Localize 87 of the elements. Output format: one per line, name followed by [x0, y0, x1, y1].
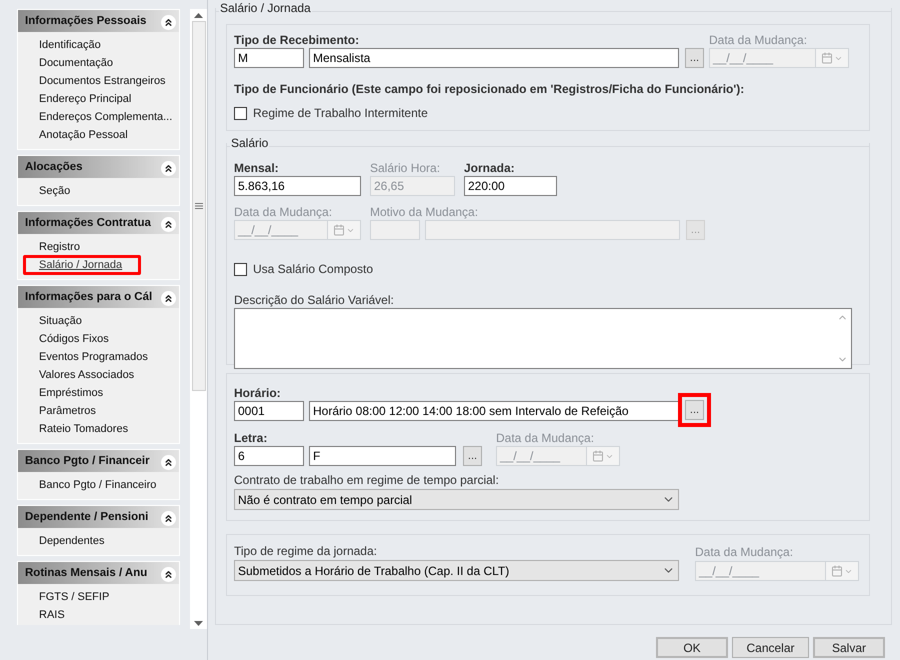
field-label: Data da Mudança: [234, 205, 334, 219]
section-title: Informações para o Cál [25, 290, 152, 306]
collapse-icon[interactable] [161, 14, 176, 30]
dialog-button[interactable]: Salvar [813, 637, 885, 658]
section-header[interactable]: Rotinas Mensais / Anu [18, 562, 179, 584]
field-label: Tipo de Funcionário (Este campo foi reposicionado em 'Registros/Ficha do Funcionário'): [234, 82, 746, 96]
field-label: Descrição do Salário Variável: [234, 293, 395, 307]
dropdown[interactable]: Submetidos a Horário de Trabalho (Cap. II da CLT) [234, 560, 679, 581]
text-area[interactable] [234, 308, 852, 369]
input-field[interactable]: M [234, 48, 304, 68]
calendar-icon [592, 450, 604, 462]
sidebar-item[interactable]: Documentação [39, 54, 113, 72]
field-label: Data da Mudança: [695, 545, 794, 559]
section-title: Alocações [25, 160, 83, 176]
group-title: Salário / Jornada [219, 1, 312, 15]
field-label: Contrato de trabalho em regime de tempo parcial: [234, 473, 500, 487]
dropdown[interactable]: Não é contrato em tempo parcial [234, 489, 679, 510]
sidebar-item[interactable]: Seção [39, 182, 70, 200]
section-header[interactable]: Dependente / Pensioni [18, 506, 179, 528]
input-field[interactable]: Horário 08:00 12:00 14:00 18:00 sem Intervalo de Refeição [309, 401, 679, 421]
sidebar-item[interactable]: Identificação [39, 36, 101, 54]
checkbox[interactable] [234, 106, 247, 120]
sidebar-item[interactable]: Documentos Estrangeiros [39, 72, 166, 90]
group-title: Salário [230, 136, 270, 150]
collapse-icon[interactable] [161, 216, 176, 232]
checkbox-label: Regime de Trabalho Intermitente [253, 105, 428, 122]
sidebar-item[interactable]: Parâmetros [39, 402, 96, 420]
scroll-thumb[interactable] [192, 21, 206, 391]
scrollbar[interactable] [190, 9, 207, 629]
section-header[interactable]: Informações Contratua [18, 212, 179, 234]
collapse-icon[interactable] [161, 510, 176, 526]
sidebar-item[interactable]: Dependentes [39, 532, 104, 550]
sidebar-item[interactable]: RAIS [39, 606, 65, 624]
sidebar-item[interactable]: Situação [39, 312, 82, 330]
input-field[interactable]: 6 [234, 446, 304, 466]
sidebar-item[interactable]: Anotação Pessoal [39, 126, 128, 144]
section-header[interactable]: Informações Pessoais [18, 10, 179, 32]
checkbox-label: Usa Salário Composto [253, 261, 374, 278]
sidebar-item[interactable]: Banco Pgto / Financeiro [39, 476, 156, 494]
sidebar-item[interactable]: Valores Associados [39, 366, 134, 384]
sidebar-item[interactable]: FGTS / SEFIP [39, 588, 110, 606]
field-label: Tipo de Recebimento: [234, 33, 360, 47]
field-label: Tipo de regime da jornada: [234, 544, 378, 558]
section-title: Dependente / Pensioni [25, 510, 148, 526]
input-field[interactable]: 0001 [234, 401, 304, 421]
input-field[interactable]: 220:00 [464, 176, 557, 196]
field-label: Jornada: [464, 161, 516, 175]
sidebar-item[interactable]: Rateio Tomadores [39, 420, 128, 438]
input-field[interactable] [425, 220, 680, 240]
grip-icon [194, 203, 202, 209]
calendar-icon [333, 224, 345, 236]
dialog-button[interactable]: Cancelar [732, 637, 809, 658]
input-field[interactable] [370, 220, 420, 240]
section-header[interactable]: Banco Pgto / Financeir [18, 450, 179, 472]
sidebar-item[interactable]: Endereço Principal [39, 90, 132, 108]
sidebar-item[interactable]: Endereços Complementa... [39, 108, 172, 126]
section-title: Banco Pgto / Financeir [25, 454, 150, 470]
section-title: Informações Pessoais [25, 14, 146, 30]
input-field[interactable]: 5.863,16 [234, 176, 361, 196]
section-header[interactable]: Informações para o Cál [18, 286, 179, 308]
checkbox[interactable] [234, 262, 247, 276]
input-field[interactable]: F [309, 446, 456, 466]
collapse-icon[interactable] [161, 160, 176, 176]
browse-button[interactable]: ... [463, 446, 482, 466]
field-label: Letra: [234, 431, 268, 445]
field-label: Mensal: [234, 161, 280, 175]
browse-button[interactable]: ... [685, 400, 704, 420]
calendar-icon [821, 52, 833, 64]
collapse-icon[interactable] [161, 566, 176, 582]
sidebar-item[interactable]: Eventos Programados [39, 348, 148, 366]
field-label: Data da Mudança: [709, 33, 808, 47]
calendar-icon [831, 565, 843, 577]
collapse-icon[interactable] [161, 454, 176, 470]
sidebar-item[interactable]: Códigos Fixos [39, 330, 109, 348]
field-label: Motivo da Mudança: [370, 205, 480, 219]
field-label: Salário Hora: [370, 161, 442, 175]
sidebar-item[interactable]: Registro [39, 238, 80, 256]
section-header[interactable]: Alocações [18, 156, 179, 178]
sidebar-item[interactable]: Empréstimos [39, 384, 104, 402]
field-label: Data da Mudança: [496, 431, 596, 445]
field-label: Horário: [234, 386, 282, 400]
section-title: Rotinas Mensais / Anu [25, 566, 148, 582]
input-field[interactable]: Mensalista [309, 48, 679, 68]
browse-button[interactable]: ... [685, 48, 704, 68]
section-title: Informações Contratua [25, 216, 151, 232]
dialog-button[interactable]: OK [656, 637, 728, 658]
collapse-icon[interactable] [161, 290, 176, 306]
